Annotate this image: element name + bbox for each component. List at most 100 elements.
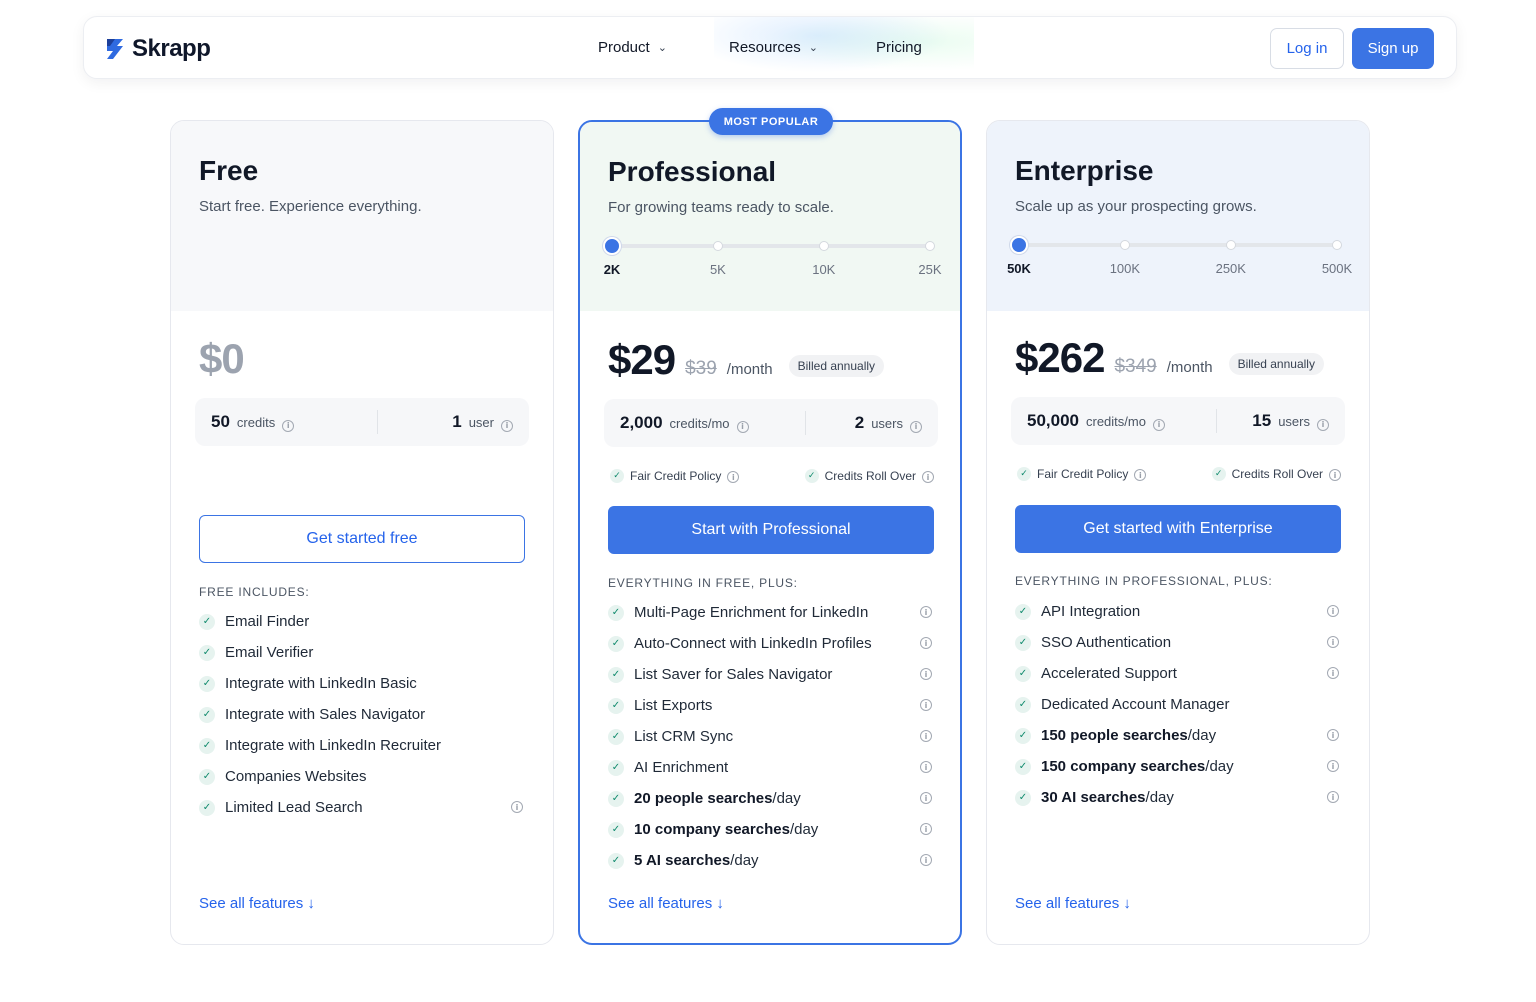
see-all-features-link[interactable]: See all features ↓ [608,895,724,912]
billed-annually-badge: Billed annually [1228,353,1324,375]
get-started-free-button[interactable]: Get started free [199,515,525,563]
info-icon[interactable]: i [920,823,932,835]
slider-tick-label[interactable]: 50K [1007,261,1031,276]
billing-period: /month [1166,359,1213,376]
info-icon[interactable]: i [501,419,513,432]
slider-stop[interactable] [925,241,935,251]
credits-roll-over: ✓ Credits Roll Over i [1211,467,1341,481]
slider-tick-label[interactable]: 25K [918,262,941,277]
info-icon[interactable]: i [920,730,932,742]
info-icon[interactable]: i [920,637,932,649]
check-icon: ✓ [199,613,215,630]
info-icon[interactable]: i [1327,760,1339,772]
feature-label: API Integration [1041,603,1141,620]
menu-product[interactable]: Product ⌄ [598,39,667,56]
credits-unit: credits [236,415,276,430]
feature-label: Limited Lead Search [225,799,363,816]
info-icon[interactable]: i [736,420,749,433]
menu-pricing[interactable]: Pricing [876,39,922,56]
slider-tick-label[interactable]: 2K [604,262,621,277]
info-icon[interactable]: i [910,420,922,433]
credits-unit: credits/mo [1086,414,1146,429]
slider-stop[interactable] [712,241,723,251]
check-icon: ✓ [199,737,215,754]
card-header: Enterprise Scale up as your prospecting … [987,121,1369,311]
users: 2 users i [855,413,922,433]
users-unit: user [468,415,494,430]
slider-stop[interactable] [1119,240,1130,250]
plan-description: For growing teams ready to scale. [608,199,834,216]
slider-handle[interactable] [603,237,621,255]
slider-tick-label[interactable]: 5K [710,262,726,277]
info-icon[interactable]: i [1152,418,1165,431]
info-icon[interactable]: i [1327,667,1339,679]
slider-tick-label[interactable]: 100K [1110,261,1140,276]
check-icon: ✓ [1017,467,1031,481]
info-icon[interactable]: i [727,471,740,483]
features-title: EVERYTHING IN PROFESSIONAL, PLUS: [1015,574,1273,588]
feature-label: Email Finder [225,613,310,630]
credits-slider[interactable]: 2K 5K 10K 25K [603,237,942,281]
feature-label-suffix: /day [1145,789,1174,806]
plan-name: Professional [608,156,777,187]
info-icon[interactable]: i [511,801,523,813]
info-icon[interactable]: i [920,761,932,773]
slider-tick-label[interactable]: 250K [1216,261,1246,276]
check-icon: ✓ [199,799,215,816]
login-button[interactable]: Log in [1270,28,1344,69]
price: $29 [608,336,676,383]
old-price: $39 [685,358,717,379]
slider-tick-label[interactable]: 10K [812,262,835,277]
users-number: 2 [854,413,865,432]
users: 15 users i [1252,411,1329,431]
info-icon[interactable]: i [282,419,295,432]
slider-stop[interactable] [818,241,829,251]
info-icon[interactable]: i [922,471,934,483]
feature-label: AI Enrichment [634,759,729,776]
info-icon[interactable]: i [1329,469,1341,481]
feature-label: Auto-Connect with LinkedIn Profiles [634,635,872,652]
info-icon[interactable]: i [920,792,932,804]
feature-list: ✓ Multi-Page Enrichment for LinkedIn i ✓ Au… [608,597,934,876]
list-item: ✓ List Saver for Sales Navigator i [608,659,934,690]
info-icon[interactable]: i [920,699,932,711]
info-icon[interactable]: i [1317,418,1329,431]
slider-handle[interactable] [1010,236,1028,254]
info-icon[interactable]: i [1327,605,1339,617]
info-icon[interactable]: i [1327,791,1339,803]
check-icon: ✓ [1015,634,1031,651]
card-header: Free Start free. Experience everything. [171,121,553,311]
credits-number: 2,000 [620,413,663,432]
feature-label-suffix: /day [1187,727,1217,744]
info-icon[interactable]: i [1327,636,1339,648]
menu-resources-label: Resources [729,39,801,56]
slider-stop[interactable] [1332,240,1342,250]
see-all-features-link[interactable]: See all features ↓ [1015,895,1131,912]
credits-slider[interactable]: 50K 100K 250K 500K [1007,236,1352,280]
users-number: 15 [1252,411,1272,430]
divider [1216,409,1217,433]
menu-resources[interactable]: Resources ⌄ [729,39,818,56]
start-with-professional-button[interactable]: Start with Professional [608,506,934,554]
credits-unit: credits/mo [669,416,730,431]
check-icon: ✓ [610,469,624,483]
slider-stop[interactable] [1225,240,1236,250]
info-icon[interactable]: i [920,854,932,866]
credits-box: 50,000 credits/mo i 15 users i [1011,397,1345,445]
signup-button[interactable]: Sign up [1352,28,1434,69]
plan-card-free: Free Start free. Experience everything. … [170,120,554,945]
plan-name: Free [199,155,259,186]
info-icon[interactable]: i [920,606,932,618]
get-started-with-enterprise-button[interactable]: Get started with Enterprise [1015,505,1341,553]
info-icon[interactable]: i [1134,469,1147,481]
info-icon[interactable]: i [920,668,932,680]
policy-label: Credits Roll Over [1231,467,1323,481]
feature-label: Companies Websites [225,768,367,785]
skrapp-logo-icon [107,39,123,59]
info-icon[interactable]: i [1327,729,1339,741]
see-all-features-link[interactable]: See all features ↓ [199,895,315,912]
list-item: ✓ List Exports i [608,690,934,721]
check-icon: ✓ [608,759,624,776]
logo[interactable]: Skrapp [104,35,211,63]
slider-tick-label[interactable]: 500K [1322,261,1352,276]
